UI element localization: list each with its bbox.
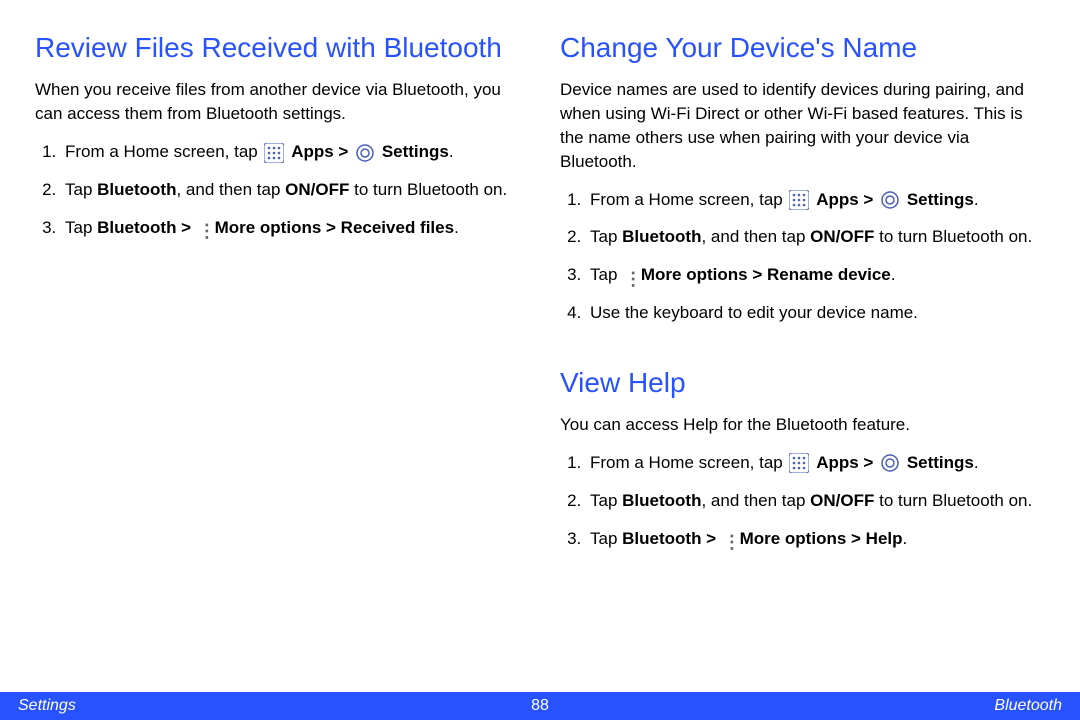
apps-label: Apps > xyxy=(816,453,878,472)
step-text: to turn Bluetooth on. xyxy=(874,491,1032,510)
page-content: Review Files Received with Bluetooth Whe… xyxy=(0,0,1080,590)
more-options-icon xyxy=(198,219,208,237)
bold-text: Bluetooth xyxy=(622,491,701,510)
apps-label: Apps > xyxy=(816,190,878,209)
step-text: Tap xyxy=(65,218,97,237)
view-help-section: View Help You can access Help for the Bl… xyxy=(560,365,1045,551)
bold-text: ON/OFF xyxy=(285,180,349,199)
footer-page-number: 88 xyxy=(531,697,549,715)
settings-icon xyxy=(355,143,375,163)
steps-list: From a Home screen, tap Apps > Settings.… xyxy=(560,451,1045,550)
section-intro: When you receive files from another devi… xyxy=(35,78,520,126)
bold-text: Bluetooth > xyxy=(622,529,721,548)
settings-icon xyxy=(880,453,900,473)
step-item: From a Home screen, tap Apps > Settings. xyxy=(586,451,1045,475)
step-item: Tap Bluetooth, and then tap ON/OFF to tu… xyxy=(61,178,520,202)
step-text: Tap xyxy=(590,529,622,548)
section-heading: View Help xyxy=(560,365,1045,401)
step-item: From a Home screen, tap Apps > Settings. xyxy=(61,140,520,164)
settings-icon xyxy=(880,190,900,210)
review-files-section: Review Files Received with Bluetooth Whe… xyxy=(35,30,520,239)
apps-icon xyxy=(789,453,809,473)
more-options-icon xyxy=(624,267,634,285)
right-column: Change Your Device's Name Device names a… xyxy=(560,30,1045,590)
section-intro: Device names are used to identify device… xyxy=(560,78,1045,173)
page-footer: Settings 88 Bluetooth xyxy=(0,692,1080,720)
step-text: Use the keyboard to edit your device nam… xyxy=(590,303,918,322)
step-text: From a Home screen, tap xyxy=(65,142,262,161)
bold-text: More options > Rename device xyxy=(641,265,891,284)
step-item: Use the keyboard to edit your device nam… xyxy=(586,301,1045,325)
bold-text: ON/OFF xyxy=(810,227,874,246)
more-options-icon xyxy=(723,530,733,548)
step-item: Tap More options > Rename device. xyxy=(586,263,1045,287)
step-text: Tap xyxy=(590,265,622,284)
left-column: Review Files Received with Bluetooth Whe… xyxy=(35,30,520,590)
apps-icon xyxy=(789,190,809,210)
settings-label: Settings xyxy=(382,142,449,161)
step-text: to turn Bluetooth on. xyxy=(349,180,507,199)
settings-label: Settings xyxy=(907,453,974,472)
footer-left: Settings xyxy=(18,697,531,715)
steps-list: From a Home screen, tap Apps > Settings.… xyxy=(560,188,1045,325)
footer-right: Bluetooth xyxy=(549,697,1062,715)
bold-text: Bluetooth xyxy=(622,227,701,246)
step-text: From a Home screen, tap xyxy=(590,190,787,209)
step-item: From a Home screen, tap Apps > Settings. xyxy=(586,188,1045,212)
step-text: , and then tap xyxy=(176,180,285,199)
bold-text: More options > Help xyxy=(740,529,903,548)
step-text: Tap xyxy=(65,180,97,199)
steps-list: From a Home screen, tap Apps > Settings.… xyxy=(35,140,520,239)
section-intro: You can access Help for the Bluetooth fe… xyxy=(560,413,1045,437)
apps-label: Apps > xyxy=(291,142,353,161)
step-text: From a Home screen, tap xyxy=(590,453,787,472)
section-heading: Review Files Received with Bluetooth xyxy=(35,30,520,66)
section-heading: Change Your Device's Name xyxy=(560,30,1045,66)
change-name-section: Change Your Device's Name Device names a… xyxy=(560,30,1045,325)
bold-text: ON/OFF xyxy=(810,491,874,510)
step-item: Tap Bluetooth > More options > Help. xyxy=(586,527,1045,551)
step-item: Tap Bluetooth > More options > Received … xyxy=(61,216,520,240)
step-text: Tap xyxy=(590,227,622,246)
apps-icon xyxy=(264,143,284,163)
bold-text: Bluetooth > xyxy=(97,218,196,237)
step-text: , and then tap xyxy=(701,227,810,246)
settings-label: Settings xyxy=(907,190,974,209)
bold-text: More options > Received files xyxy=(215,218,455,237)
step-item: Tap Bluetooth, and then tap ON/OFF to tu… xyxy=(586,225,1045,249)
bold-text: Bluetooth xyxy=(97,180,176,199)
step-text: to turn Bluetooth on. xyxy=(874,227,1032,246)
step-item: Tap Bluetooth, and then tap ON/OFF to tu… xyxy=(586,489,1045,513)
step-text: , and then tap xyxy=(701,491,810,510)
step-text: Tap xyxy=(590,491,622,510)
